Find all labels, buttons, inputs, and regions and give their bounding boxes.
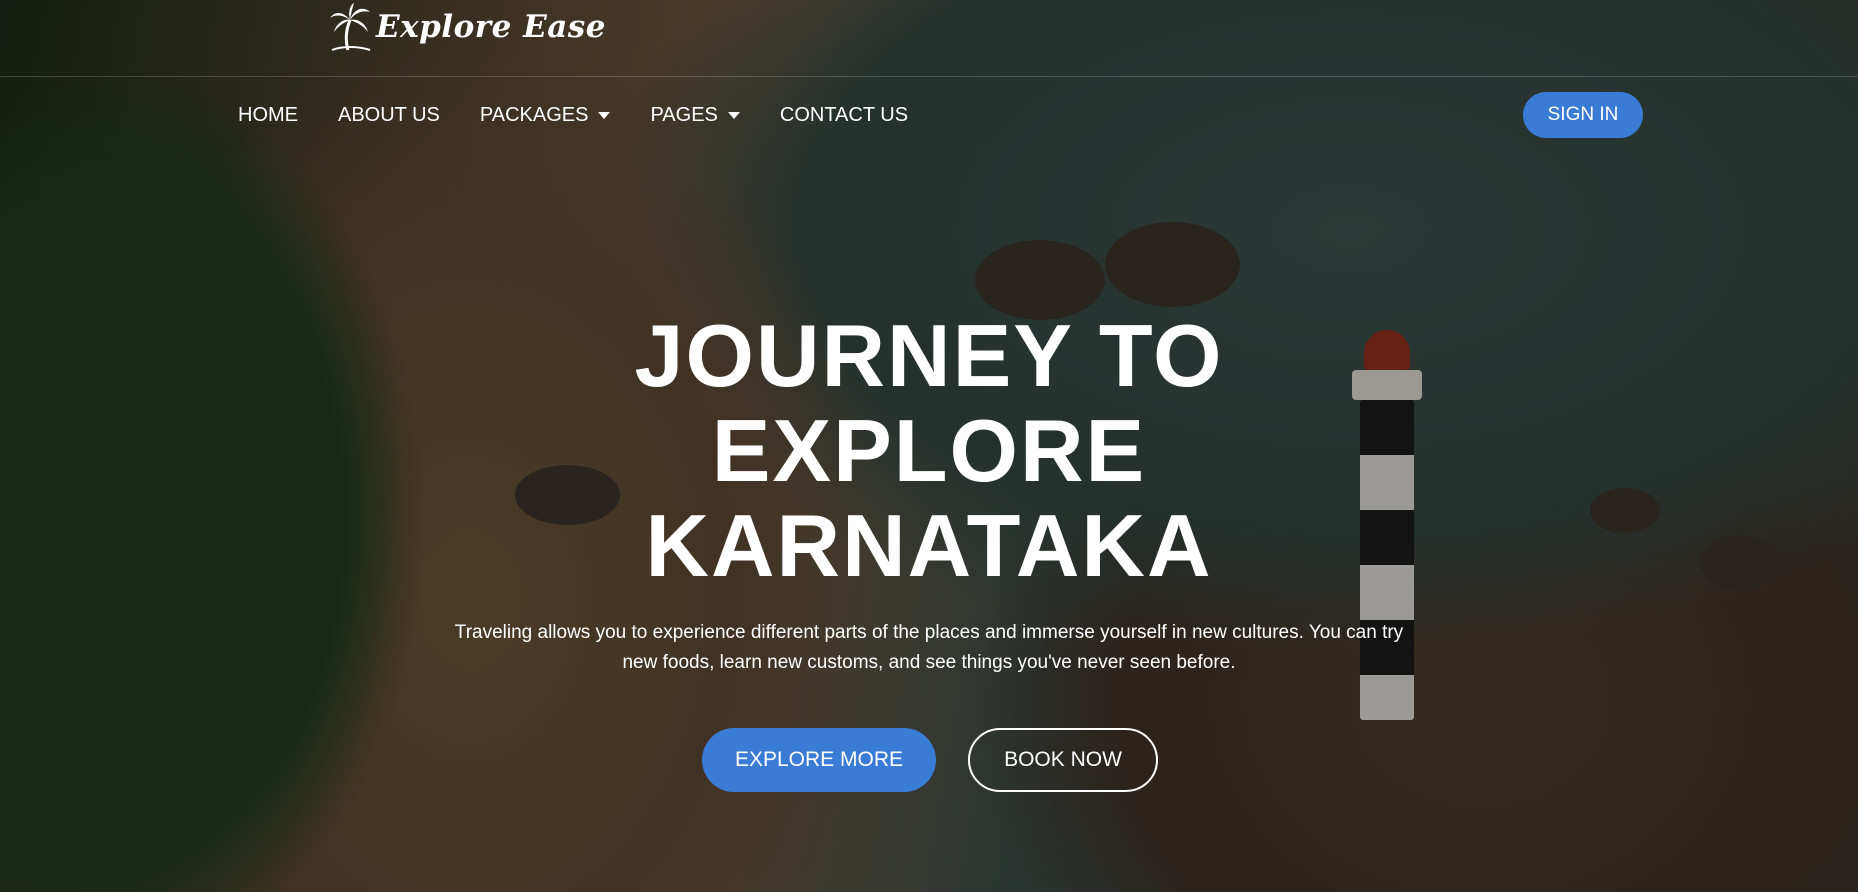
nav-item-label: ABOUT US [338,103,440,126]
hero-cta-row: EXPLORE MORE BOOK NOW [702,728,1158,792]
nav-item-pages[interactable]: PAGES [650,103,740,127]
sign-in-button[interactable]: SIGN IN [1523,92,1643,138]
top-bar: Explore Ease [0,0,1858,77]
brand-name: Explore Ease [376,9,606,45]
nav-item-home[interactable]: HOME [238,104,298,127]
headline-line: EXPLORE [711,401,1147,500]
hero-headline: JOURNEY TO EXPLORE KARNATAKA [429,308,1429,593]
palm-tree-icon [330,3,371,51]
nav-item-packages[interactable]: PACKAGES [480,104,611,127]
headline-line: JOURNEY TO [634,306,1224,405]
nav-item-label: CONTACT US [779,103,909,126]
caret-down-icon [727,111,740,119]
caret-down-icon [598,111,611,119]
book-now-button[interactable]: BOOK NOW [968,728,1158,792]
nav-item-contact-us[interactable]: CONTACT US [780,104,908,127]
nav-item-label: PAGES [650,103,718,126]
tagline-line: Traveling allows you to experience diffe… [454,622,1404,643]
nav-item-label: HOME [238,103,298,126]
nav-item-label: PACKAGES [479,103,589,126]
hero-tagline: Traveling allows you to experience diffe… [429,618,1429,678]
main-nav: HOME ABOUT US PACKAGES PAGES CONTACT US [238,98,948,132]
brand-logo[interactable]: Explore Ease [328,2,606,52]
explore-more-button[interactable]: EXPLORE MORE [702,728,936,792]
nav-item-about-us[interactable]: ABOUT US [338,104,440,127]
headline-line: KARNATAKA [645,496,1213,595]
tagline-line: new foods, learn new customs, and see th… [622,652,1236,673]
